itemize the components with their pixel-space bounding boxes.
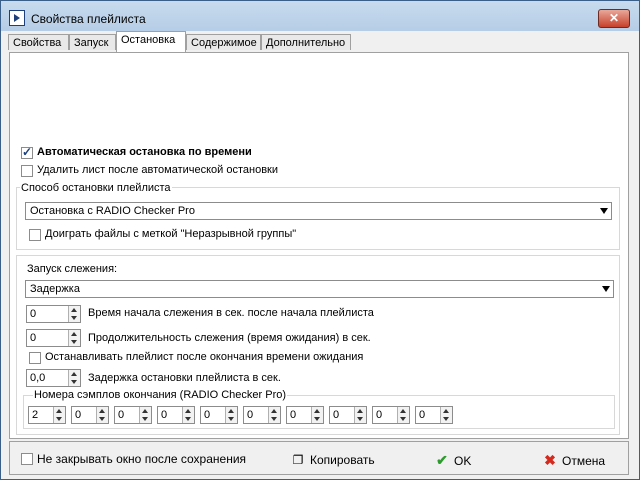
start-time-value: 0 — [30, 308, 37, 320]
samples-group-title: Номера сэмплов окончания (RADIO Checker … — [33, 389, 288, 401]
playlist-properties-window: Свойства плейлиста ✕ Свойства Запуск Ост… — [0, 0, 640, 480]
delete-after-label: Удалить лист после автоматической остано… — [37, 164, 278, 176]
sample-value: 0 — [376, 409, 383, 421]
copy-button[interactable]: ❐ Копировать — [290, 452, 375, 468]
spin-arrows-icon[interactable] — [68, 306, 80, 322]
spin-arrows-icon[interactable] — [182, 407, 194, 423]
checkmark-icon: ✔ — [436, 452, 448, 468]
sample-value: 0 — [247, 409, 254, 421]
delay-value: 0,0 — [30, 372, 46, 384]
cross-icon: ✖ — [544, 452, 556, 468]
finish-group-label: Доиграть файлы с меткой "Неразрывной гру… — [45, 228, 297, 240]
start-time-label: Время начала слежения в сек. после начал… — [88, 307, 374, 319]
title-bar[interactable]: Свойства плейлиста ✕ — [1, 1, 639, 31]
cancel-button[interactable]: ✖ Отмена — [542, 452, 605, 468]
chevron-down-icon — [602, 286, 610, 292]
sample-value: 0 — [333, 409, 340, 421]
spin-arrows-icon[interactable] — [225, 407, 237, 423]
sample-value: 2 — [32, 409, 39, 421]
close-icon: ✕ — [608, 11, 620, 25]
sample-value: 0 — [290, 409, 297, 421]
tracking-mode-value: Задержка — [30, 283, 80, 295]
sample-stepper-2[interactable]: 0 — [71, 406, 109, 424]
sample-value: 0 — [118, 409, 125, 421]
sample-value: 0 — [75, 409, 82, 421]
spin-arrows-icon[interactable] — [397, 407, 409, 423]
spin-arrows-icon[interactable] — [311, 407, 323, 423]
sample-value: 0 — [204, 409, 211, 421]
tab-advanced[interactable]: Дополнительно — [261, 34, 351, 50]
spin-arrows-icon[interactable] — [354, 407, 366, 423]
sample-stepper-10[interactable]: 0 — [415, 406, 453, 424]
duration-value: 0 — [30, 332, 37, 344]
stop-method-select[interactable]: Остановка с RADIO Checker Pro — [25, 202, 612, 220]
auto-stop-label: Автоматическая остановка по времени — [37, 146, 252, 158]
spin-arrows-icon[interactable] — [139, 407, 151, 423]
delay-stepper[interactable]: 0,0 — [26, 369, 81, 387]
spin-arrows-icon[interactable] — [53, 407, 65, 423]
spin-arrows-icon[interactable] — [68, 330, 80, 346]
footer-bar: Не закрывать окно после сохранения ❐ Копи… — [9, 441, 629, 475]
keep-open-label: Не закрывать окно после сохранения — [37, 452, 247, 466]
spin-arrows-icon[interactable] — [68, 370, 80, 386]
sample-stepper-8[interactable]: 0 — [329, 406, 367, 424]
sample-stepper-5[interactable]: 0 — [200, 406, 238, 424]
sample-stepper-3[interactable]: 0 — [114, 406, 152, 424]
sample-stepper-6[interactable]: 0 — [243, 406, 281, 424]
spin-arrows-icon[interactable] — [268, 407, 280, 423]
keep-open-checkbox[interactable] — [21, 453, 33, 465]
stop-after-wait-label: Останавливать плейлист после окончания в… — [45, 351, 364, 363]
tab-properties[interactable]: Свойства — [8, 34, 69, 50]
app-icon — [9, 10, 25, 26]
copy-icon: ❐ — [292, 453, 304, 467]
tab-contents[interactable]: Содержимое — [186, 34, 261, 50]
auto-stop-checkbox[interactable] — [21, 145, 33, 159]
sample-stepper-4[interactable]: 0 — [157, 406, 195, 424]
sample-value: 0 — [419, 409, 426, 421]
sample-stepper-9[interactable]: 0 — [372, 406, 410, 424]
stop-tab-panel: Автоматическая остановка по времени Удал… — [9, 52, 629, 439]
tracking-mode-select[interactable]: Задержка — [25, 280, 614, 298]
delay-label: Задержка остановки плейлиста в сек. — [88, 372, 281, 384]
cancel-label: Отмена — [562, 454, 606, 468]
window-title: Свойства плейлиста — [31, 12, 146, 26]
duration-stepper[interactable]: 0 — [26, 329, 81, 347]
tracking-title: Запуск слежения: — [27, 263, 118, 275]
delete-after-checkbox[interactable] — [21, 165, 33, 177]
ok-label: OK — [454, 454, 472, 468]
spin-arrows-icon[interactable] — [440, 407, 452, 423]
sample-stepper-7[interactable]: 0 — [286, 406, 324, 424]
tab-launch[interactable]: Запуск — [69, 34, 116, 50]
sample-value: 0 — [161, 409, 168, 421]
chevron-down-icon — [600, 208, 608, 214]
spin-arrows-icon[interactable] — [96, 407, 108, 423]
close-button[interactable]: ✕ — [598, 9, 630, 28]
ok-button[interactable]: ✔ OK — [434, 452, 471, 468]
copy-label: Копировать — [310, 453, 375, 467]
sample-stepper-1[interactable]: 2 — [28, 406, 66, 424]
start-time-stepper[interactable]: 0 — [26, 305, 81, 323]
stop-after-wait-checkbox[interactable] — [29, 352, 41, 364]
tab-stop[interactable]: Остановка — [116, 31, 186, 52]
duration-label: Продолжительность слежения (время ожидан… — [88, 332, 371, 344]
stop-method-value: Остановка с RADIO Checker Pro — [30, 205, 195, 217]
stop-method-group-title: Способ остановки плейлиста — [20, 182, 172, 194]
finish-group-checkbox[interactable] — [29, 229, 41, 241]
